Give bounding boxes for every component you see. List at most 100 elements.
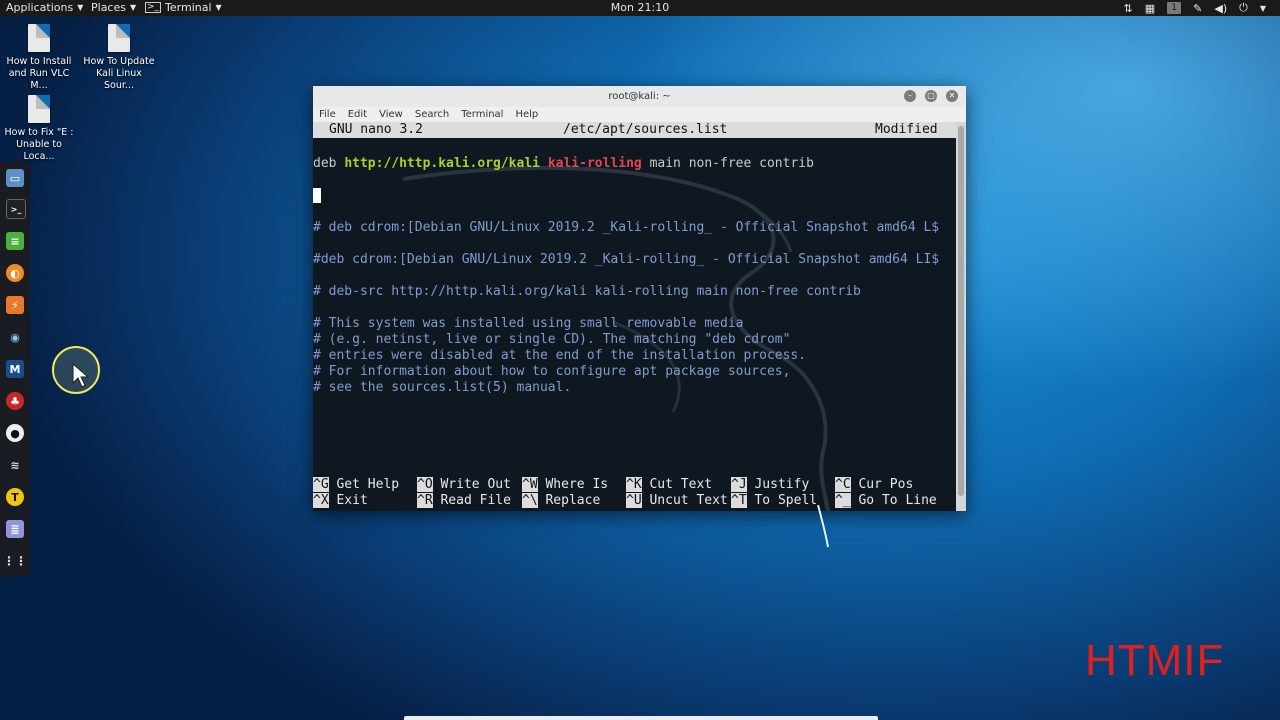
comment-line: #deb cdrom:[Debian GNU/Linux 2019.2 _Kal… [313, 252, 940, 267]
channel-watermark: HTMIF [1085, 636, 1225, 685]
shortcut-justify[interactable]: ^J Justify [731, 477, 809, 493]
deb-line: deb http://http.kali.org/kali kali-rolli… [313, 156, 814, 172]
text-cursor [313, 188, 321, 203]
shortcut-label: Exit [336, 493, 368, 508]
document-icon [28, 24, 50, 52]
shortcut-exit[interactable]: ^X Exit [313, 493, 368, 509]
desktop-file-update[interactable]: How To Update Kali Linux Sour... [80, 24, 158, 92]
shortcut-key: ^K [626, 477, 642, 492]
bottom-panel-edge [404, 716, 878, 720]
minimize-icon[interactable]: – [904, 90, 916, 102]
maltego-icon[interactable]: T [6, 488, 24, 506]
shortcut-key: ^R [417, 493, 433, 508]
shortcut-key: ^T [731, 493, 747, 508]
document-icon [28, 95, 50, 123]
menu-terminal[interactable]: Terminal [461, 107, 503, 122]
shortcut-label: Read File [440, 493, 511, 508]
file-label: How To Update [83, 56, 155, 67]
menu-view[interactable]: View [379, 107, 403, 122]
deb-components: main non-free contrib [649, 156, 814, 171]
scrollbar-thumb[interactable] [958, 126, 964, 496]
chevron-down-icon[interactable]: ▼ [1260, 4, 1266, 13]
nano-version: GNU nano 3.2 [329, 122, 423, 137]
volume-icon[interactable]: ◀) [1214, 2, 1227, 15]
shortcut-where-is[interactable]: ^W Where Is [522, 477, 608, 493]
menu-file[interactable]: File [319, 107, 336, 122]
shortcut-label: Cut Text [649, 477, 713, 492]
deb-url: http://http.kali.org/kali [344, 156, 540, 171]
system-tray: ⇅ ▦ 1 ✎ ◀) ⏻ ▼ [1124, 1, 1266, 15]
shortcut-label: Write Out [440, 477, 511, 492]
mouse-pointer-icon [72, 363, 90, 388]
menu-help[interactable]: Help [515, 107, 538, 122]
metasploit-icon[interactable]: M [6, 360, 24, 378]
shortcut-label: Where Is [545, 477, 609, 492]
workspace-indicator[interactable]: 1 [1167, 2, 1182, 14]
shortcut-uncut-text[interactable]: ^U Uncut Text [626, 493, 728, 509]
terminal-window: root@kali: ~ – □ ✕ File Edit View Search… [313, 86, 966, 511]
shortcut-key: ^W [522, 477, 538, 492]
comment-line: # This system was installed using small … [313, 316, 744, 331]
notes-icon[interactable]: ≡ [6, 232, 24, 250]
file-label: Kali Linux Sour... [96, 68, 142, 91]
clock[interactable]: Mon 21:10 [0, 1, 1280, 14]
eye-icon[interactable]: ◉ [6, 328, 24, 346]
wifi-icon[interactable]: ≋ [6, 456, 24, 474]
comment-line: # entries were disabled at the end of th… [313, 348, 807, 363]
top-panel: Applications ▼ Places ▼ >_ Terminal ▼ Mo… [0, 0, 1280, 16]
nano-status: Modified [875, 122, 938, 137]
desktop-file-fix[interactable]: How to Fix "E : Unable to Loca... [0, 95, 78, 163]
desktop-file-vlc[interactable]: How to Install and Run VLC M... [0, 24, 78, 92]
window-titlebar[interactable]: root@kali: ~ – □ ✕ [313, 86, 966, 107]
shortcut-label: Replace [545, 493, 601, 508]
shortcut-to-spell[interactable]: ^T To Spell [731, 493, 817, 509]
comment-line: # see the sources.list(5) manual. [313, 380, 572, 395]
maximize-icon[interactable]: □ [925, 90, 937, 102]
comment-line: # deb cdrom:[Debian GNU/Linux 2019.2 _Ka… [313, 220, 940, 235]
file-label: How to Install [6, 56, 72, 67]
app-grid-icon[interactable]: ⋮⋮ [3, 552, 27, 570]
shortcut-replace[interactable]: ^\ Replace [522, 493, 600, 509]
power-icon[interactable]: ⏻ [1239, 1, 1248, 15]
nano-filename: /etc/apt/sources.list [563, 122, 728, 137]
terminal-content[interactable]: GNU nano 3.2 /etc/apt/sources.list Modif… [313, 122, 956, 511]
dock: ▭ >_ ≡ ◐ ⚡ ◉ M ♣ ● ≋ T ≣ ⋮⋮ [0, 162, 30, 576]
file-label: and Run VLC M... [8, 68, 70, 91]
shortcut-cut-text[interactable]: ^K Cut Text [626, 477, 712, 493]
shortcut-key: ^G [313, 477, 329, 492]
shortcut-key: ^C [835, 477, 851, 492]
menu-search[interactable]: Search [415, 107, 449, 122]
cherry-icon[interactable]: ♣ [6, 392, 24, 410]
shortcut-read-file[interactable]: ^R Read File [417, 493, 511, 509]
terminal-icon[interactable]: >_ [6, 199, 26, 219]
shortcut-label: Justify [754, 477, 810, 492]
file-label: How to Fix "E : [4, 127, 74, 138]
armitage-icon[interactable]: ● [6, 424, 24, 442]
terminal-scrollbar[interactable] [956, 122, 966, 511]
shortcut-write-out[interactable]: ^O Write Out [417, 477, 511, 493]
burp-icon[interactable]: ⚡ [6, 296, 24, 314]
comment-line: # For information about how to configure… [313, 364, 791, 379]
shortcut-label: Get Help [336, 477, 400, 492]
shortcut-key: ^U [626, 493, 642, 508]
dragon-tail-decoration [817, 505, 829, 548]
pen-icon[interactable]: ✎ [1193, 2, 1202, 15]
shortcut-key: ^X [313, 493, 329, 508]
menu-edit[interactable]: Edit [348, 107, 367, 122]
cursor-line [313, 188, 321, 204]
files-icon[interactable]: ▭ [6, 169, 24, 187]
shortcut-get-help[interactable]: ^G Get Help [313, 477, 399, 493]
comment-line: # (e.g. netinst, live or single CD). The… [313, 332, 791, 347]
shortcut-go-to-line[interactable]: ^_ Go To Line [835, 493, 937, 509]
close-icon[interactable]: ✕ [946, 90, 958, 102]
window-title: root@kali: ~ [608, 91, 671, 102]
display-icon[interactable]: ▦ [1145, 2, 1155, 15]
text-editor-icon[interactable]: ≣ [6, 520, 24, 538]
shortcut-label: Uncut Text [649, 493, 728, 508]
shortcut-cur-pos[interactable]: ^C Cur Pos [835, 477, 913, 493]
deb-suite: kali-rolling [547, 156, 642, 171]
shortcut-label: Go To Line [858, 493, 937, 508]
shortcut-label: Cur Pos [858, 477, 914, 492]
network-icon[interactable]: ⇅ [1124, 2, 1133, 15]
browser-icon[interactable]: ◐ [6, 264, 24, 282]
